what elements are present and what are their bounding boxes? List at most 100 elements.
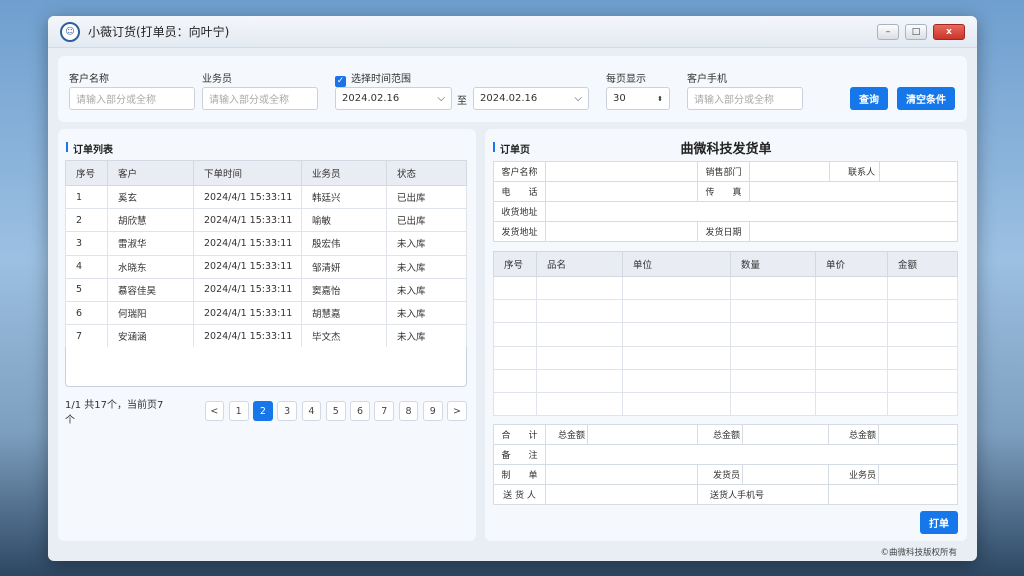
customer-name-input[interactable]: 请输入部分或全称	[69, 87, 195, 110]
page-size-select[interactable]: 30 ⬍	[606, 87, 670, 110]
sales-label: 业务员	[202, 74, 232, 85]
sales-dept-label: 销售部门	[697, 161, 750, 182]
date-to-select[interactable]: 2024.02.16 ⌵	[473, 87, 589, 110]
next-page-button[interactable]: >	[447, 401, 467, 421]
date-to-value: 2024.02.16	[480, 93, 538, 104]
ship-date-label: 发货日期	[697, 221, 750, 242]
item-row[interactable]	[493, 322, 958, 347]
status-cell: 未入库	[386, 324, 467, 349]
cell-time: 2024/4/1 15:33:11	[193, 231, 302, 256]
checkbox-checked-icon[interactable]: ✓	[335, 76, 346, 87]
col-header[interactable]: 业务员	[301, 160, 387, 186]
item-row[interactable]	[493, 345, 958, 370]
cell-sales: 喻敏	[301, 208, 387, 233]
spinner-icon: ⬍	[657, 94, 663, 103]
ship-address-field[interactable]	[545, 221, 698, 242]
item-row[interactable]	[493, 368, 958, 393]
table-row[interactable]: 1 奚玄 2024/4/1 15:33:11 韩廷兴 已出库	[65, 184, 467, 210]
col-header[interactable]: 序号	[65, 160, 108, 186]
ship-address-label: 发货地址	[493, 221, 546, 242]
table-row[interactable]: 5 慕容佳昊 2024/4/1 15:33:11 窦嘉怡 未入库	[65, 277, 467, 302]
cell-customer: 奚玄	[107, 184, 194, 210]
clear-filters-button[interactable]: 清空条件	[897, 87, 955, 110]
fax-field[interactable]	[749, 181, 958, 202]
item-col-header: 序号	[493, 251, 537, 277]
deliverer-field[interactable]	[545, 484, 698, 505]
page-button[interactable]: 8	[398, 401, 419, 421]
chevron-down-icon: ⌵	[574, 93, 582, 104]
app-window: ☺ 小薇订货(打单员：向叶宁) – □ x 客户名称 请输入部分或全称 业务员 …	[48, 16, 977, 561]
page-button[interactable]: 4	[301, 401, 322, 421]
contact-label: 联系人	[829, 161, 880, 182]
cell-no: 6	[65, 300, 108, 326]
salesman-label: 业务员	[828, 464, 879, 485]
pagination-info: 1/1 共17个，当前页7个	[65, 400, 164, 426]
page-button[interactable]: 9	[422, 401, 443, 421]
page-button[interactable]: 3	[277, 401, 298, 421]
cell-no: 2	[65, 208, 108, 233]
col-header[interactable]: 状态	[386, 160, 467, 186]
page-size-label: 每页显示	[606, 74, 646, 85]
status-cell: 未入库	[386, 277, 467, 302]
shipper-field[interactable]	[742, 464, 829, 485]
close-button[interactable]: x	[933, 23, 965, 40]
customer-name-label: 客户名称	[69, 74, 109, 85]
cell-no: 3	[65, 231, 108, 256]
total-amount-field-3[interactable]	[878, 424, 958, 445]
total-amount-field-2[interactable]	[742, 424, 829, 445]
query-button[interactable]: 查询	[850, 87, 888, 110]
date-from-select[interactable]: 2024.02.16 ⌵	[335, 87, 452, 110]
salesman-field[interactable]	[878, 464, 958, 485]
contact-field[interactable]	[879, 161, 958, 182]
phone-input[interactable]: 请输入部分或全称	[687, 87, 803, 110]
invoice-items-table: 序号 品名 单位 数量 单价 金额	[493, 251, 958, 417]
table-row[interactable]: 7 安涵涵 2024/4/1 15:33:11 毕文杰 未入库	[65, 324, 467, 349]
customer-name-label: 客户名称	[493, 161, 546, 182]
prev-page-button[interactable]: <	[204, 401, 225, 421]
deliverer-phone-field[interactable]	[828, 484, 958, 505]
cell-customer: 胡欣慧	[107, 208, 194, 233]
item-row[interactable]	[493, 391, 958, 417]
page-button[interactable]: 7	[374, 401, 395, 421]
col-header[interactable]: 下单时间	[193, 160, 302, 186]
order-list-title: 订单列表	[66, 141, 113, 156]
fax-label: 传 真	[697, 181, 750, 202]
page-button[interactable]: 5	[325, 401, 346, 421]
table-empty-area	[65, 347, 467, 387]
table-row[interactable]: 3 雷淑华 2024/4/1 15:33:11 殷宏伟 未入库	[65, 231, 467, 256]
receive-address-field[interactable]	[545, 201, 958, 222]
item-row[interactable]	[493, 275, 958, 301]
print-button[interactable]: 打单	[920, 511, 958, 534]
deliverer-phone-label: 送货人手机号	[697, 484, 829, 505]
table-row[interactable]: 2 胡欣慧 2024/4/1 15:33:11 喻敏 已出库	[65, 208, 467, 233]
total-amount-field-1[interactable]	[587, 424, 698, 445]
cell-time: 2024/4/1 15:33:11	[193, 324, 302, 349]
minimize-button[interactable]: –	[877, 23, 899, 40]
customer-name-field[interactable]	[545, 161, 698, 182]
cell-time: 2024/4/1 15:33:11	[193, 184, 302, 210]
ship-date-field[interactable]	[749, 221, 958, 242]
page-size-value: 30	[613, 93, 626, 104]
sales-dept-field[interactable]	[749, 161, 830, 182]
chevron-down-icon: ⌵	[437, 93, 445, 104]
maker-field[interactable]	[545, 464, 698, 485]
page-button[interactable]: 6	[350, 401, 370, 421]
cell-customer: 慕容佳昊	[107, 277, 194, 302]
item-row[interactable]	[493, 299, 958, 324]
copyright-footer: ©曲微科技版权所有	[880, 548, 957, 558]
col-header[interactable]: 客户	[107, 160, 194, 186]
cell-time: 2024/4/1 15:33:11	[193, 254, 302, 279]
cell-customer: 安涵涵	[107, 324, 194, 349]
item-col-header: 单价	[815, 251, 888, 277]
page-button[interactable]: 1	[228, 401, 249, 421]
invoice-panel: 订单页 曲微科技发货单 客户名称 销售部门 联系人 电 话 传 真 收货地址 发…	[485, 129, 967, 541]
sales-input[interactable]: 请输入部分或全称	[202, 87, 318, 110]
phone-field[interactable]	[545, 181, 698, 202]
remark-field[interactable]	[545, 444, 958, 465]
table-row[interactable]: 4 水晓东 2024/4/1 15:33:11 邹清妍 未入库	[65, 254, 467, 279]
table-row[interactable]: 6 何瑞阳 2024/4/1 15:33:11 胡慧嘉 未入库	[65, 300, 467, 326]
time-range-checkbox[interactable]: ✓ 选择时间范围	[335, 70, 411, 87]
page-button-active[interactable]: 2	[253, 401, 273, 421]
status-cell: 未入库	[386, 231, 467, 256]
maximize-button[interactable]: □	[905, 23, 927, 40]
